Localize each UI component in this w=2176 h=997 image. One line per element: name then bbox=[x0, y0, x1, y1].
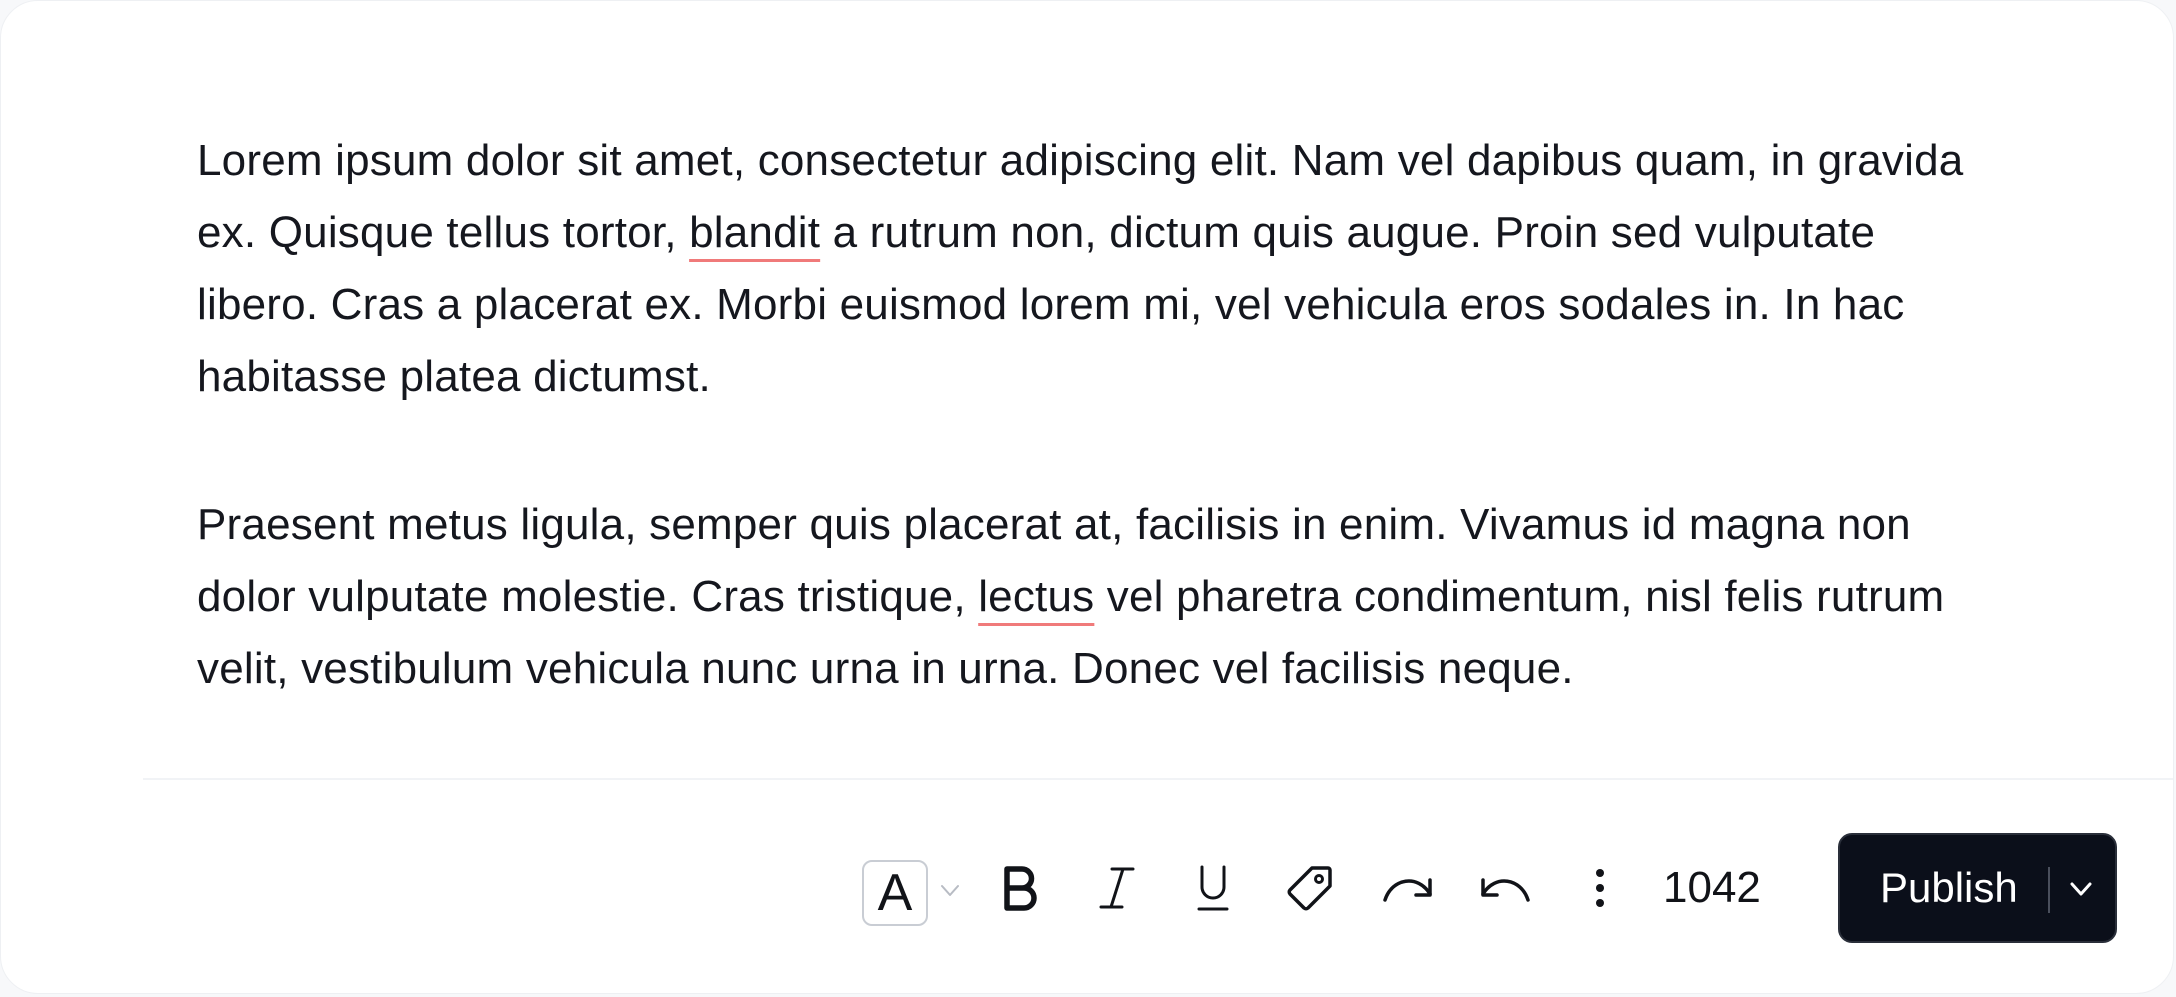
bold-icon bbox=[1004, 866, 1037, 911]
more-options-button[interactable] bbox=[1582, 833, 1618, 943]
tag-button[interactable] bbox=[1282, 833, 1338, 943]
word-count: 1042 bbox=[1663, 863, 1761, 912]
italic-button[interactable] bbox=[1089, 833, 1145, 943]
chevron-down-icon[interactable] bbox=[2066, 875, 2096, 903]
undo-button[interactable] bbox=[1473, 833, 1537, 943]
paragraph-1[interactable]: Lorem ipsum dolor sit amet, consectetur … bbox=[197, 125, 1997, 413]
font-picker-glyph: A bbox=[862, 860, 928, 926]
editor-content[interactable]: Lorem ipsum dolor sit amet, consectetur … bbox=[197, 125, 1997, 705]
toolbar-divider bbox=[143, 778, 2173, 780]
tag-icon bbox=[1287, 866, 1332, 911]
editor-card: Lorem ipsum dolor sit amet, consectetur … bbox=[0, 0, 2174, 994]
bold-button[interactable] bbox=[992, 833, 1048, 943]
underline-icon bbox=[1197, 865, 1229, 911]
more-vertical-icon bbox=[1596, 869, 1604, 907]
misspelled-word[interactable]: blandit bbox=[689, 208, 820, 257]
publish-button[interactable]: Publish bbox=[1838, 833, 2117, 943]
paragraph-2[interactable]: Praesent metus ligula, semper quis place… bbox=[197, 489, 1997, 705]
chevron-down-icon bbox=[941, 885, 959, 896]
italic-icon bbox=[1099, 867, 1135, 909]
underline-button[interactable] bbox=[1185, 833, 1241, 943]
publish-label: Publish bbox=[1880, 864, 2018, 911]
font-picker[interactable]: A bbox=[862, 860, 966, 926]
redo-icon bbox=[1383, 878, 1432, 902]
misspelled-word[interactable]: lectus bbox=[978, 572, 1094, 621]
redo-button[interactable] bbox=[1376, 833, 1440, 943]
publish-separator bbox=[2048, 867, 2050, 913]
undo-icon bbox=[1481, 878, 1530, 902]
